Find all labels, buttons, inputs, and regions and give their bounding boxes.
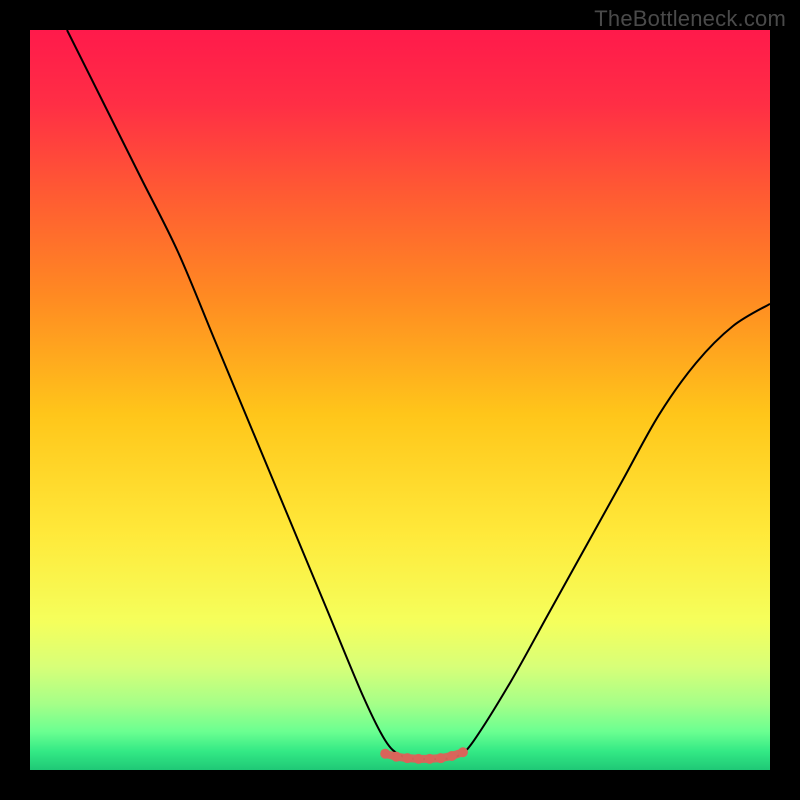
marker-dot — [436, 753, 446, 763]
marker-dot — [447, 751, 457, 761]
chart-svg — [30, 30, 770, 770]
marker-dot — [425, 754, 435, 764]
gradient-background — [30, 30, 770, 770]
chart-frame: TheBottleneck.com — [0, 0, 800, 800]
marker-dot — [414, 754, 424, 764]
plot-area — [30, 30, 770, 770]
marker-dot — [402, 753, 412, 763]
marker-dot — [391, 752, 401, 762]
marker-dot — [458, 747, 468, 757]
watermark-text: TheBottleneck.com — [594, 6, 786, 32]
marker-dot — [380, 749, 390, 759]
